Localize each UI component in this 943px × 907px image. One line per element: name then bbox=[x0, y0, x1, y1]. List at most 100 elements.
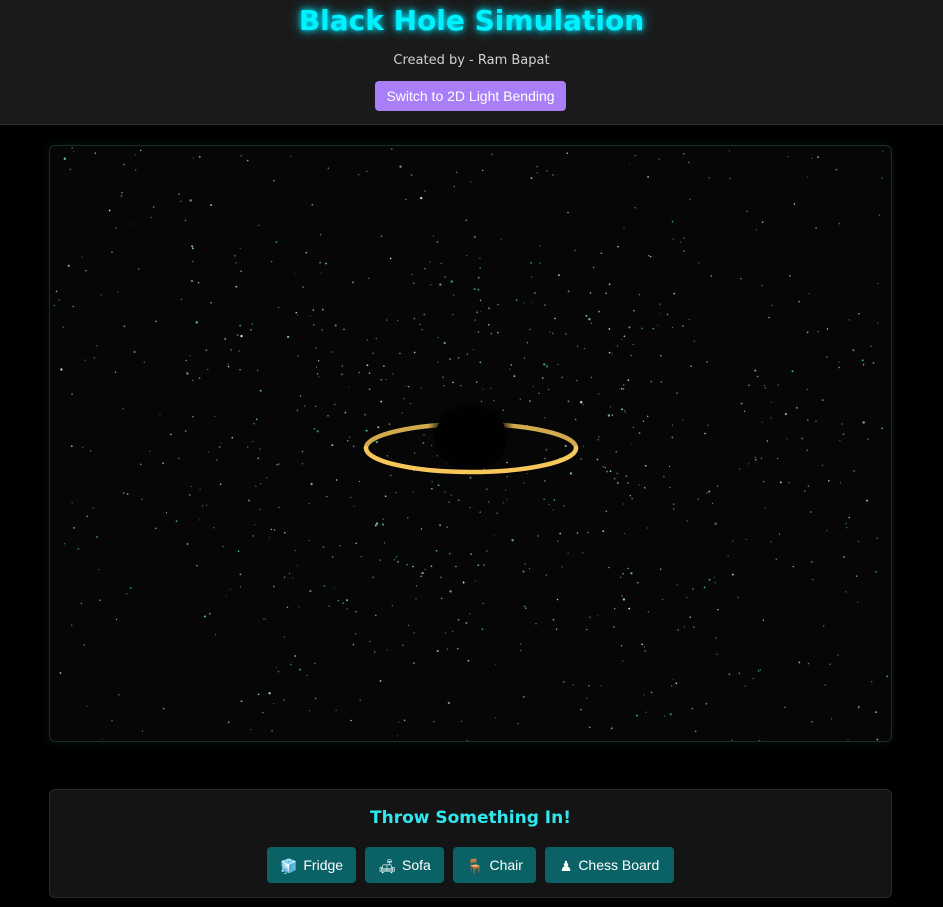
star bbox=[838, 361, 840, 363]
star bbox=[366, 364, 369, 367]
star bbox=[352, 445, 355, 448]
star bbox=[55, 290, 58, 293]
star bbox=[504, 489, 507, 491]
throw-chess-board-button[interactable]: ♟ Chess Board bbox=[545, 847, 674, 883]
star bbox=[793, 203, 796, 205]
star bbox=[327, 167, 330, 169]
star bbox=[373, 650, 376, 653]
star bbox=[588, 726, 591, 729]
star bbox=[262, 711, 264, 714]
star bbox=[298, 605, 300, 608]
star bbox=[256, 369, 259, 372]
star bbox=[497, 303, 499, 306]
star bbox=[301, 450, 304, 453]
star bbox=[633, 309, 635, 312]
star bbox=[861, 359, 864, 362]
star bbox=[320, 272, 322, 274]
star bbox=[624, 411, 626, 413]
star bbox=[565, 333, 567, 335]
star bbox=[342, 602, 344, 604]
simulation-view[interactable] bbox=[50, 146, 892, 742]
star bbox=[686, 596, 688, 599]
star bbox=[842, 433, 845, 436]
star bbox=[138, 268, 140, 270]
star bbox=[283, 576, 286, 578]
star bbox=[286, 335, 290, 339]
star bbox=[815, 226, 818, 229]
star bbox=[397, 319, 399, 322]
star bbox=[681, 325, 684, 327]
star bbox=[133, 223, 135, 225]
star bbox=[343, 328, 345, 331]
star bbox=[409, 402, 412, 405]
star bbox=[557, 274, 560, 277]
star bbox=[852, 349, 855, 352]
star bbox=[671, 424, 674, 426]
star bbox=[542, 377, 544, 379]
star bbox=[614, 608, 616, 610]
star bbox=[247, 446, 249, 448]
simulation-canvas[interactable] bbox=[49, 145, 892, 742]
star bbox=[451, 313, 454, 316]
throw-sofa-button[interactable]: 🛋 Sofa bbox=[365, 847, 444, 883]
star bbox=[186, 543, 189, 545]
star bbox=[322, 545, 325, 548]
star bbox=[490, 332, 493, 335]
star bbox=[319, 233, 322, 236]
star bbox=[420, 575, 422, 577]
star bbox=[835, 168, 838, 171]
star bbox=[118, 693, 120, 696]
star bbox=[375, 440, 378, 444]
star bbox=[494, 717, 497, 719]
star bbox=[413, 282, 415, 284]
star bbox=[587, 531, 589, 533]
star bbox=[875, 711, 877, 713]
star bbox=[407, 624, 410, 627]
star bbox=[537, 535, 539, 537]
star bbox=[474, 319, 477, 321]
star bbox=[477, 564, 480, 567]
star bbox=[476, 311, 479, 314]
star bbox=[631, 443, 633, 446]
star bbox=[413, 662, 415, 664]
star bbox=[477, 288, 480, 291]
star bbox=[492, 399, 495, 402]
star bbox=[348, 386, 350, 388]
star bbox=[784, 706, 786, 709]
star bbox=[717, 608, 719, 611]
star bbox=[728, 673, 731, 676]
switch-mode-button[interactable]: Switch to 2D Light Bending bbox=[375, 81, 566, 111]
star bbox=[247, 499, 251, 502]
star bbox=[770, 540, 772, 543]
star bbox=[683, 250, 685, 252]
star bbox=[763, 481, 765, 483]
star bbox=[708, 177, 710, 179]
star bbox=[190, 485, 193, 488]
throw-chair-button[interactable]: 🪑 Chair bbox=[453, 847, 536, 883]
star bbox=[318, 376, 320, 378]
star bbox=[321, 308, 324, 311]
throw-fridge-button[interactable]: 🧊 Fridge bbox=[267, 847, 356, 883]
star bbox=[738, 468, 741, 470]
star bbox=[70, 445, 73, 448]
star bbox=[385, 378, 387, 381]
star bbox=[453, 185, 456, 188]
star bbox=[862, 421, 865, 424]
star bbox=[470, 553, 472, 555]
star bbox=[402, 644, 404, 647]
star bbox=[592, 266, 595, 269]
star bbox=[399, 352, 401, 355]
star bbox=[331, 556, 334, 558]
star bbox=[368, 277, 370, 280]
star bbox=[848, 516, 850, 519]
star bbox=[399, 165, 402, 168]
star bbox=[539, 262, 541, 264]
star bbox=[569, 472, 573, 475]
star bbox=[574, 249, 576, 252]
star bbox=[152, 206, 155, 208]
star bbox=[544, 417, 546, 419]
star bbox=[392, 373, 394, 375]
star bbox=[198, 155, 201, 158]
star bbox=[326, 495, 328, 498]
star bbox=[415, 597, 417, 600]
